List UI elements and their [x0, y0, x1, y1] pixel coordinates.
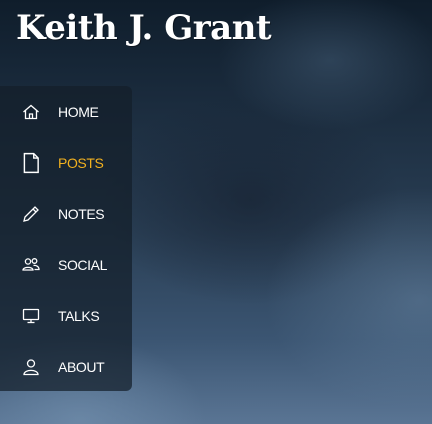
nav-item-home[interactable]: HOME: [0, 86, 132, 137]
monitor-icon: [20, 305, 42, 327]
nav-label-notes: NOTES: [58, 205, 105, 222]
nav-item-social[interactable]: SOCIAL: [0, 239, 132, 290]
person-icon: [20, 356, 42, 378]
document-icon: [20, 152, 42, 174]
nav-label-social: SOCIAL: [58, 256, 107, 273]
home-icon: [20, 101, 42, 123]
nav-label-about: ABOUT: [58, 358, 105, 375]
pencil-icon: [20, 203, 42, 225]
nav-item-talks[interactable]: TALKS: [0, 290, 132, 341]
nav-label-home: HOME: [58, 103, 99, 120]
site-title[interactable]: Keith J. Grant: [16, 8, 272, 48]
main-nav: HOME POSTS NOTES SOCIAL TALKS ABOUT: [0, 86, 132, 391]
nav-item-posts[interactable]: POSTS: [0, 137, 132, 188]
people-icon: [20, 254, 42, 276]
nav-item-about[interactable]: ABOUT: [0, 341, 132, 392]
nav-item-notes[interactable]: NOTES: [0, 188, 132, 239]
nav-label-talks: TALKS: [58, 307, 100, 324]
nav-label-posts: POSTS: [58, 154, 104, 171]
